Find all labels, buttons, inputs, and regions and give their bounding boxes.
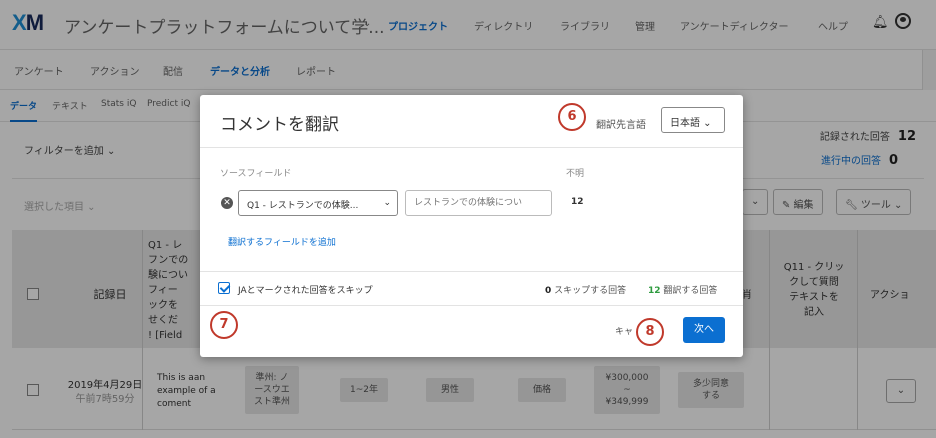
- unknown-label: 不明: [566, 169, 585, 179]
- skip-ja-label: JAとマークされた回答をスキップ: [238, 286, 373, 296]
- chevron-down-icon: ⌄: [383, 198, 391, 208]
- source-field-label: ソースフィールド: [220, 169, 292, 179]
- next-button[interactable]: 次へ: [683, 317, 725, 343]
- skip-count: 0 スキップする回答: [545, 286, 627, 296]
- translate-count: 12 翻訳する回答: [648, 286, 718, 296]
- unknown-count: 12: [571, 197, 584, 207]
- source-field-select[interactable]: Q1 - レストランでの体験... ⌄: [238, 190, 398, 216]
- translate-comments-dialog: コメントを翻訳 翻訳先言語 日本語 ⌄ ソースフィールド 不明 ✕ Q1 - レ…: [200, 95, 743, 357]
- remove-field-icon[interactable]: ✕: [221, 197, 233, 209]
- add-field-link[interactable]: 翻訳するフィールドを追加: [228, 235, 336, 248]
- step-badge-6: 6: [558, 103, 586, 131]
- dialog-title: コメントを翻訳: [220, 115, 339, 135]
- target-language-label: 翻訳先言語: [596, 120, 646, 131]
- source-field-input[interactable]: [405, 190, 552, 216]
- target-language-select[interactable]: 日本語 ⌄: [661, 107, 725, 133]
- step-badge-7: 7: [210, 311, 238, 339]
- skip-ja-checkbox[interactable]: [218, 282, 230, 294]
- cancel-button[interactable]: キャ: [615, 324, 633, 337]
- step-badge-8: 8: [636, 318, 664, 346]
